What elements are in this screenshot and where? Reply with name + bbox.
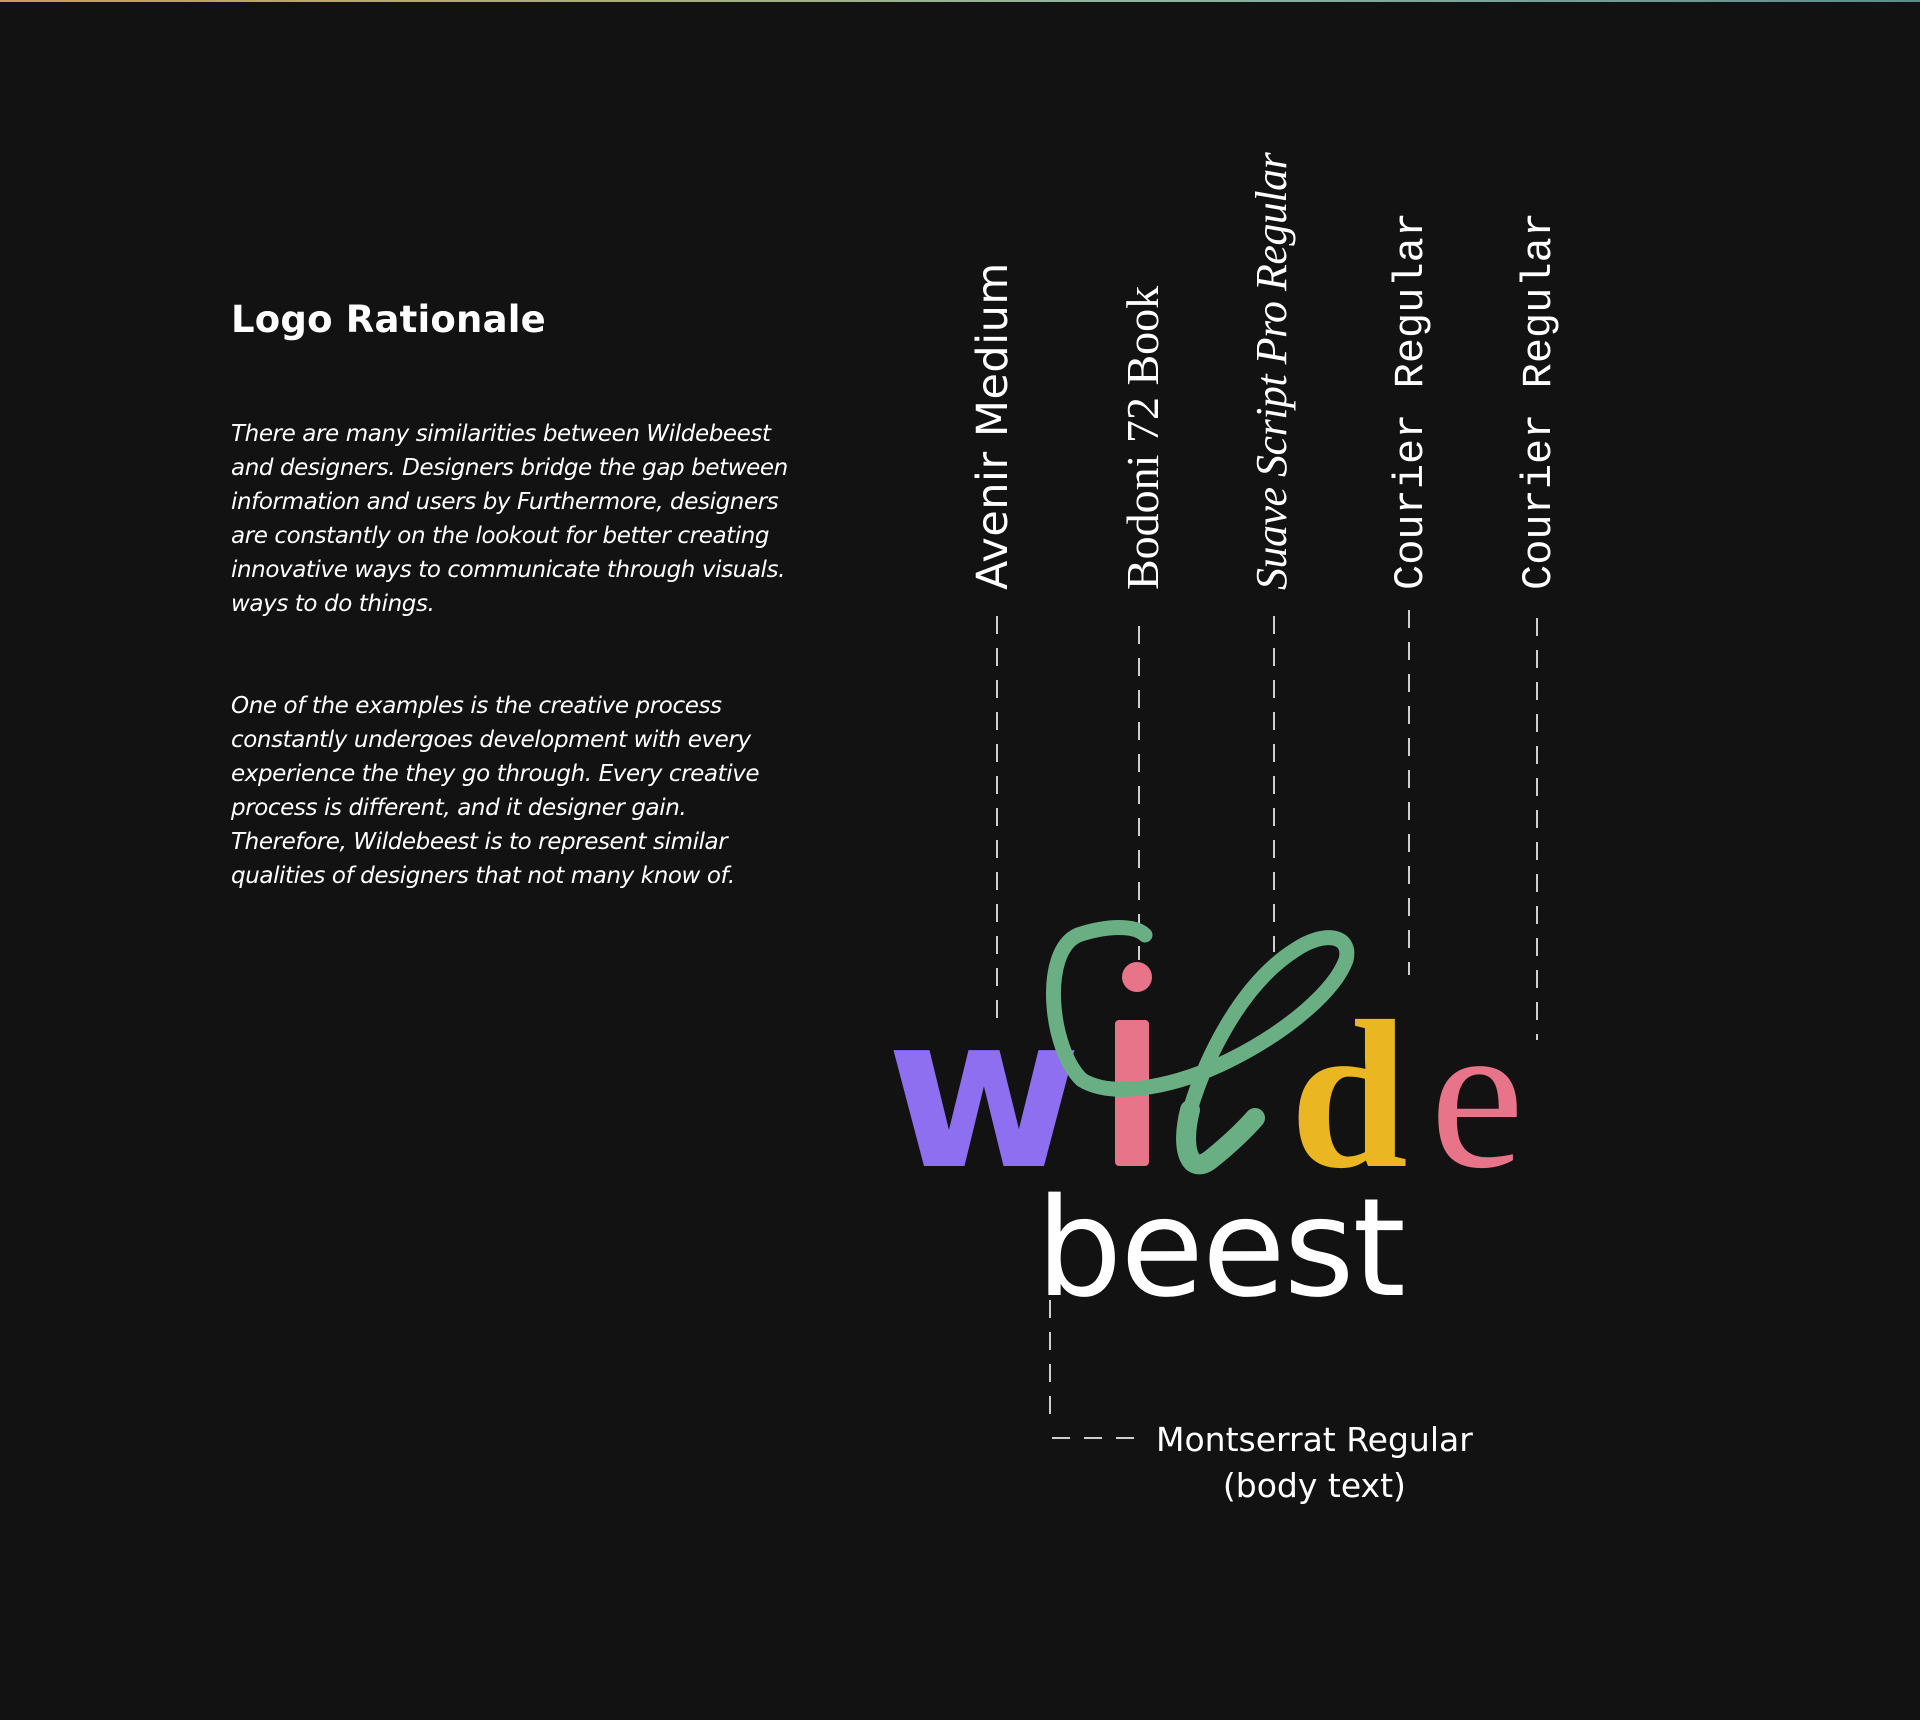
logo-diagram: w d e beest — [886, 610, 1538, 1439]
logo-letter-i-dot — [1122, 962, 1152, 992]
logo-letter-e: e — [1430, 977, 1524, 1212]
logo-letter-i — [1115, 962, 1152, 1166]
body-font-label-note: (body text) — [1222, 1466, 1406, 1505]
body-font-label: Montserrat Regular (body text) — [1156, 1417, 1473, 1509]
body-font-label-name: Montserrat Regular — [1156, 1420, 1473, 1459]
logo-letter-l-stroke — [1176, 1100, 1265, 1175]
logo-word-beest: beest — [1036, 1170, 1404, 1328]
